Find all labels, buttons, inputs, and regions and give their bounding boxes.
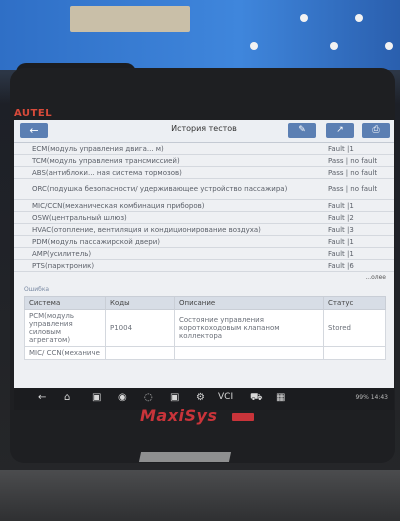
- errors-section-label: Ошибка: [24, 286, 50, 293]
- table-header-row: Система Коды Описание Статус: [24, 296, 386, 310]
- column-header: Статус: [323, 296, 386, 310]
- cell-description: Состояние управления короткоходовым клап…: [174, 309, 324, 347]
- recent-apps-icon[interactable]: ▣: [92, 392, 101, 403]
- list-item[interactable]: ORC(подушка безопасности/ удерживающее у…: [14, 179, 394, 200]
- system-status: Pass | no fault: [328, 185, 378, 193]
- paper-on-bench: [138, 452, 232, 462]
- list-item[interactable]: MIC/CCN(механическая комбинация приборов…: [14, 200, 394, 212]
- cell-status: [323, 346, 386, 360]
- model-badge: [232, 413, 254, 421]
- table-row[interactable]: MIC/ CCN(механиче: [24, 346, 386, 360]
- maxisys-logo: MaxiSys: [140, 406, 218, 425]
- cell-status: Stored: [323, 309, 386, 347]
- print-icon[interactable]: ⎙: [362, 123, 390, 138]
- system-name: AMP(усилитель): [32, 249, 92, 258]
- chrome-icon[interactable]: ◉: [118, 392, 127, 403]
- column-header: Система: [24, 296, 106, 310]
- shelf-object: [70, 6, 190, 32]
- edit-icon[interactable]: ✎: [288, 123, 316, 138]
- error-table: Система Коды Описание Статус PCM(модуль …: [24, 296, 386, 360]
- pegboard-wall: [0, 0, 400, 70]
- shop-icon[interactable]: ▦: [276, 392, 285, 403]
- peg-hole: [385, 42, 393, 50]
- tablet-screen: ← История тестов ✎ ↗ ⎙ ECM(модуль управл…: [14, 120, 394, 410]
- system-list: ECM(модуль управления двига... м) Fault |…: [14, 143, 394, 272]
- system-status: Fault |1: [328, 237, 354, 246]
- camera-icon[interactable]: ◌: [144, 392, 153, 403]
- peg-hole: [355, 14, 363, 22]
- status-indicator: 99% 14:43: [355, 394, 388, 401]
- back-icon[interactable]: ←: [38, 392, 46, 403]
- system-status: Fault |1: [328, 144, 354, 153]
- vci-icon[interactable]: VCI: [218, 392, 233, 402]
- list-item[interactable]: ABS(антиблоки... ная система тормозов) Pa…: [14, 167, 394, 179]
- car-icon[interactable]: ⛟: [250, 392, 263, 405]
- peg-hole: [300, 14, 308, 22]
- table-row[interactable]: PCM(модуль управления силовым агрегатом)…: [24, 309, 386, 347]
- system-name: ABS(антиблоки... ная система тормозов): [32, 168, 182, 177]
- system-name: MIC/CCN(механическая комбинация приборов…: [32, 201, 205, 210]
- column-header: Описание: [174, 296, 324, 310]
- autel-logo: AUTEL: [14, 108, 53, 119]
- system-name: TCM(модуль управления трансмиссией): [32, 156, 180, 165]
- peg-hole: [330, 42, 338, 50]
- cell-description: [174, 346, 324, 360]
- system-name: OSW(центральный шлюз): [32, 213, 127, 222]
- system-status: Pass | no fault: [328, 168, 378, 177]
- system-name: PDM(модуль пассажирской двери): [32, 237, 161, 246]
- more-link[interactable]: ...олее: [14, 272, 394, 284]
- system-status: Pass | no fault: [328, 156, 378, 165]
- system-name: ECM(модуль управления двига... м): [32, 144, 164, 153]
- system-name: HVAC(отопление, вентиляция и кондиционир…: [32, 225, 261, 234]
- column-header: Коды: [105, 296, 175, 310]
- system-status: Fault |3: [328, 225, 354, 234]
- cell-system: MIC/ CCN(механиче: [24, 346, 106, 360]
- list-item[interactable]: PDM(модуль пассажирской двери) Fault |1: [14, 236, 394, 248]
- list-item[interactable]: PTS(парктроник) Fault |6: [14, 260, 394, 272]
- settings-icon[interactable]: ⚙: [196, 392, 205, 403]
- cell-code: P1004: [105, 309, 175, 347]
- cell-system: PCM(модуль управления силовым агрегатом): [24, 309, 106, 347]
- list-item[interactable]: HVAC(отопление, вентиляция и кондиционир…: [14, 224, 394, 236]
- system-status: Fault |1: [328, 249, 354, 258]
- system-name: PTS(парктроник): [32, 261, 95, 270]
- list-item[interactable]: ECM(модуль управления двига... м) Fault |…: [14, 143, 394, 155]
- peg-hole: [250, 42, 258, 50]
- system-status: Fault |6: [328, 261, 354, 270]
- list-item[interactable]: OSW(центральный шлюз) Fault |2: [14, 212, 394, 224]
- cell-code: [105, 346, 175, 360]
- share-icon[interactable]: ↗: [326, 123, 354, 138]
- system-status: Fault |1: [328, 201, 354, 210]
- photo-scene: AUTEL ← История тестов ✎ ↗ ⎙ ECM(модуль …: [0, 0, 400, 521]
- workbench: [0, 470, 400, 521]
- system-status: Fault |2: [328, 213, 354, 222]
- system-name: ORC(подушка безопасности/ удерживающее у…: [32, 185, 288, 193]
- screenshot-icon[interactable]: ▣: [170, 392, 179, 403]
- list-item[interactable]: TCM(модуль управления трансмиссией) Pass …: [14, 155, 394, 167]
- app-toolbar: ← История тестов ✎ ↗ ⎙: [14, 120, 394, 143]
- home-icon[interactable]: ⌂: [64, 392, 70, 403]
- list-item[interactable]: AMP(усилитель) Fault |1: [14, 248, 394, 260]
